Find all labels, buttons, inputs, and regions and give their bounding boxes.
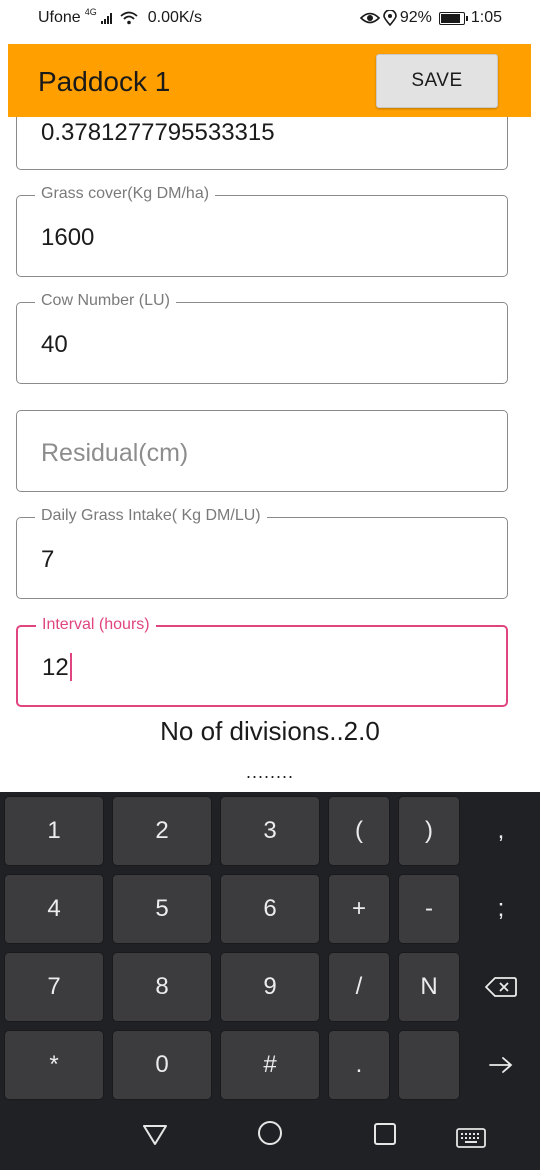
key-minus[interactable]: - [398,874,460,944]
status-left: Ufone 4G 0.00K/s [38,7,202,27]
carrier-name: Ufone [38,9,81,26]
status-bar: Ufone 4G 0.00K/s 92% 1:05 [0,0,540,36]
grass-cover-field[interactable]: Grass cover(Kg DM/ha) 1600 [16,185,508,277]
cow-number-field[interactable]: Cow Number (LU) 40 [16,292,508,384]
home-icon[interactable] [257,1120,283,1146]
location-icon [383,10,397,26]
key-0[interactable]: 0 [112,1030,212,1100]
interval-value: 12 [42,654,69,681]
key-hash[interactable]: # [220,1030,320,1100]
cow-number-label: Cow Number (LU) [35,292,176,310]
key-6[interactable]: 6 [220,874,320,944]
network-type: 4G [84,7,97,17]
key-plus[interactable]: + [328,874,390,944]
navigation-bar [0,1100,540,1170]
interval-label: Interval (hours) [36,616,156,634]
key-semicolon[interactable]: ; [470,874,532,944]
interval-value-wrap: 12 [42,652,72,683]
key-3[interactable]: 3 [220,796,320,866]
key-slash[interactable]: / [328,952,390,1022]
clock: 1:05 [470,9,502,26]
battery-percent: 92% [399,9,432,26]
key-9[interactable]: 9 [220,952,320,1022]
backspace-key[interactable] [470,952,532,1022]
key-close-paren[interactable]: ) [398,796,460,866]
divisions-result: No of divisions..2.0 [160,716,380,746]
keyboard-switch-icon[interactable] [456,1128,486,1148]
recents-icon[interactable] [373,1122,397,1146]
form-scroll-area[interactable]: 0.3781277795533315 Grass cover(Kg DM/ha)… [0,36,540,792]
interval-field[interactable]: Interval (hours) 12 [16,616,508,707]
backspace-icon [485,977,517,997]
residual-placeholder: Residual(cm) [41,439,189,467]
wifi-icon [120,11,138,25]
back-icon[interactable] [142,1122,168,1146]
enter-key[interactable] [470,1030,532,1100]
grass-cover-label: Grass cover(Kg DM/ha) [35,185,216,203]
cow-number-value: 40 [41,331,68,358]
text-cursor [69,652,72,681]
loading-dots: ........ [245,762,294,782]
key-comma[interactable]: , [470,796,532,866]
key-8[interactable]: 8 [112,952,212,1022]
residual-field[interactable]: Residual(cm) [16,410,508,492]
key-7[interactable]: 7 [4,952,104,1022]
key-4[interactable]: 4 [4,874,104,944]
app-bar: Paddock 1 SAVE [8,44,531,117]
grass-cover-value: 1600 [41,224,95,251]
key-asterisk[interactable]: * [4,1030,104,1100]
network-speed: 0.00K/s [147,9,202,26]
daily-intake-value: 7 [41,546,55,573]
eye-icon [359,12,380,24]
page-title: Paddock 1 [38,66,171,97]
daily-intake-label: Daily Grass Intake( Kg DM/LU) [35,507,267,525]
signal-icon [100,12,112,24]
status-right: 92% 1:05 [359,9,502,27]
numeric-keyboard: 1 2 3 ( ) , 4 5 6 + - ; 7 8 9 / N * 0 # … [0,792,540,1100]
daily-intake-field[interactable]: Daily Grass Intake( Kg DM/LU) 7 [16,507,508,599]
key-period[interactable]: . [328,1030,390,1100]
key-space[interactable] [398,1030,460,1100]
key-1[interactable]: 1 [4,796,104,866]
enter-arrow-icon [489,1057,513,1073]
top-partial-value: 0.3781277795533315 [41,119,275,146]
save-button[interactable]: SAVE [376,54,498,108]
battery-icon [438,11,468,25]
key-2[interactable]: 2 [112,796,212,866]
key-n[interactable]: N [398,952,460,1022]
key-open-paren[interactable]: ( [328,796,390,866]
key-5[interactable]: 5 [112,874,212,944]
